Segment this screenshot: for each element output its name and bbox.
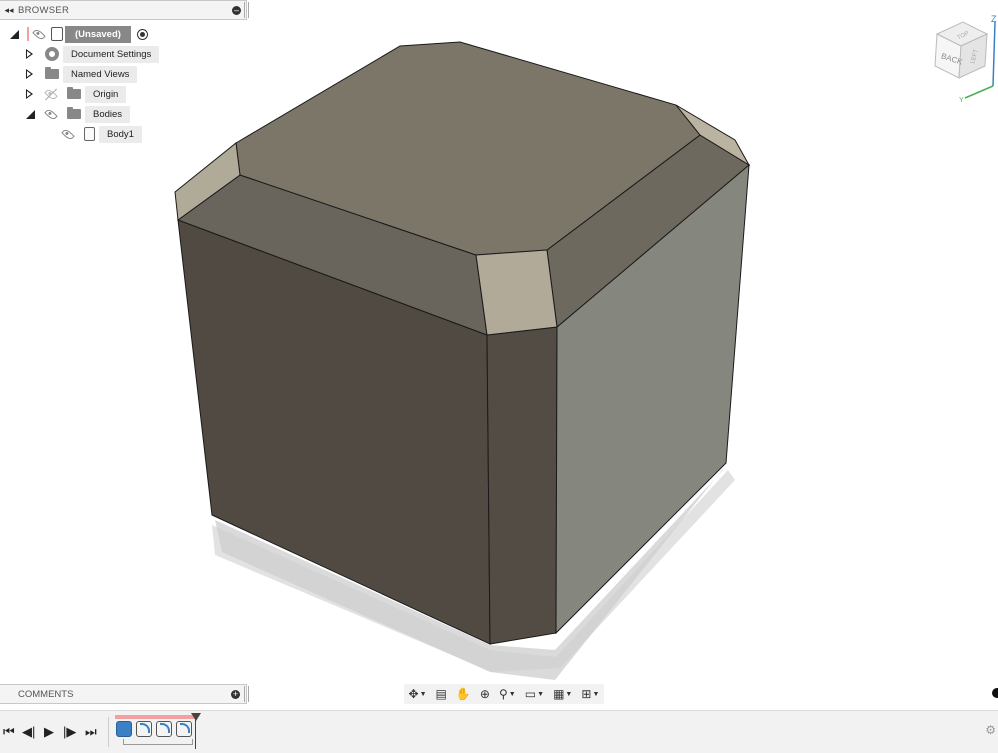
activate-radio-icon[interactable] xyxy=(136,28,148,40)
tree-item-label: Bodies xyxy=(85,105,131,123)
look-at-tool[interactable]: ▤ xyxy=(436,687,447,701)
fillet-feature-icon[interactable] xyxy=(176,721,192,737)
tree-item-origin[interactable]: Origin xyxy=(0,84,247,104)
orbit-icon: ✥ xyxy=(408,687,419,701)
comments-panel-header: COMMENTS + xyxy=(0,684,247,704)
viewcube[interactable]: BACK TOP LEFT Z Y xyxy=(925,12,997,104)
tree-root-row[interactable]: (Unsaved) xyxy=(0,24,247,44)
fit-tool[interactable]: ⚲ ▼ xyxy=(499,687,516,701)
browser-resize-handle[interactable] xyxy=(244,2,249,18)
viewcube-y-axis xyxy=(964,85,994,99)
pan-tool[interactable]: ✋ xyxy=(456,687,471,701)
chevron-down-icon: ▼ xyxy=(565,690,573,698)
tree-item-body1[interactable]: Body1 xyxy=(0,124,247,144)
viewcube-y-label: Y xyxy=(959,97,964,104)
play-icon[interactable]: ▶ xyxy=(44,724,54,740)
chevron-down-icon: ▼ xyxy=(419,690,427,698)
visibility-hidden-eye-icon[interactable] xyxy=(44,87,58,101)
visibility-eye-icon[interactable] xyxy=(32,27,46,41)
comments-resize-handle[interactable] xyxy=(244,686,249,702)
timeline-marker-line xyxy=(195,719,196,749)
browser-title: BROWSER xyxy=(18,4,70,16)
browser-minimize-icon[interactable]: – xyxy=(232,6,241,15)
viewports-icon: ⊞ xyxy=(581,687,592,701)
fit-magnifier-icon: ⚲ xyxy=(499,687,508,701)
skip-to-end-icon[interactable]: ⏭ xyxy=(85,724,97,740)
tree-item-document-settings[interactable]: Document Settings xyxy=(0,44,247,64)
fillet-feature-icon[interactable] xyxy=(136,721,152,737)
tree-item-named-views[interactable]: Named Views xyxy=(0,64,247,84)
visibility-eye-icon[interactable] xyxy=(61,127,75,141)
document-icon xyxy=(51,27,63,41)
expand-open-icon[interactable] xyxy=(26,109,35,119)
expand-closed-icon[interactable] xyxy=(26,49,33,59)
fillet-feature-icon[interactable] xyxy=(156,721,172,737)
body1-front-fillet xyxy=(486,326,558,645)
chevron-down-icon: ▼ xyxy=(592,690,600,698)
browser-tree: (Unsaved) Document Settings Named Views … xyxy=(0,24,247,144)
timeline-track xyxy=(115,715,195,719)
folder-icon xyxy=(67,107,81,119)
pan-hand-icon: ✋ xyxy=(455,687,471,701)
browser-panel-header: ◂◂ BROWSER – xyxy=(0,0,247,20)
tree-item-bodies[interactable]: Bodies xyxy=(0,104,247,124)
tree-item-label: Body1 xyxy=(99,125,142,143)
viewcube-z-axis xyxy=(992,21,996,87)
browser-collapse-icon[interactable]: ◂◂ xyxy=(2,5,16,16)
grid-icon: ▦ xyxy=(553,687,565,701)
active-marker xyxy=(27,27,29,41)
tree-item-label: Named Views xyxy=(63,65,138,83)
visibility-eye-icon[interactable] xyxy=(44,107,58,121)
expand-closed-icon[interactable] xyxy=(26,69,33,79)
expand-closed-icon[interactable] xyxy=(26,89,33,99)
root-document-label[interactable]: (Unsaved) xyxy=(65,25,131,43)
chevron-down-icon: ▼ xyxy=(537,690,545,698)
viewcube-z-label: Z xyxy=(991,14,997,24)
expand-open-icon[interactable] xyxy=(10,29,19,39)
timeline-marker-handle[interactable] xyxy=(191,713,201,721)
extrude-feature-icon[interactable] xyxy=(116,721,132,737)
orbit-tool[interactable]: ✥ ▼ xyxy=(409,687,427,701)
folder-icon xyxy=(67,87,81,99)
folder-icon xyxy=(45,67,59,79)
timeline-settings-gear-icon[interactable]: ⚙ xyxy=(985,723,996,737)
body-icon xyxy=(84,127,95,141)
timeline-bar: ⏮ ◀| ▶ |▶ ⏭ ⚙ xyxy=(0,710,998,753)
navigation-toolbar: ✥ ▼ ▤ ✋ ⊕ ⚲ ▼ ▭ ▼ ▦ ▼ ⊞ ▼ xyxy=(404,684,604,704)
zoom-icon: ⊕ xyxy=(479,687,490,701)
timeline-separator xyxy=(108,717,109,747)
step-forward-icon[interactable]: |▶ xyxy=(63,724,76,740)
viewports-tool[interactable]: ⊞ ▼ xyxy=(581,687,599,701)
add-comment-icon[interactable]: + xyxy=(231,690,240,699)
monitor-icon: ▭ xyxy=(524,687,537,701)
grid-settings-tool[interactable]: ▦ ▼ xyxy=(553,687,572,701)
timeline-group-bracket xyxy=(123,739,193,745)
comments-title: COMMENTS xyxy=(18,688,74,700)
skip-to-start-icon[interactable]: ⏮ xyxy=(3,724,15,740)
body1-corner-front xyxy=(475,249,558,336)
gear-icon xyxy=(45,47,59,61)
display-settings-tool[interactable]: ▭ ▼ xyxy=(525,687,544,701)
zoom-tool[interactable]: ⊕ xyxy=(480,687,490,701)
look-at-icon: ▤ xyxy=(435,687,447,701)
right-edge-control[interactable] xyxy=(992,688,998,698)
tree-item-label: Document Settings xyxy=(63,45,160,63)
step-back-icon[interactable]: ◀| xyxy=(22,724,35,740)
tree-item-label: Origin xyxy=(85,85,127,103)
chevron-down-icon: ▼ xyxy=(508,690,516,698)
